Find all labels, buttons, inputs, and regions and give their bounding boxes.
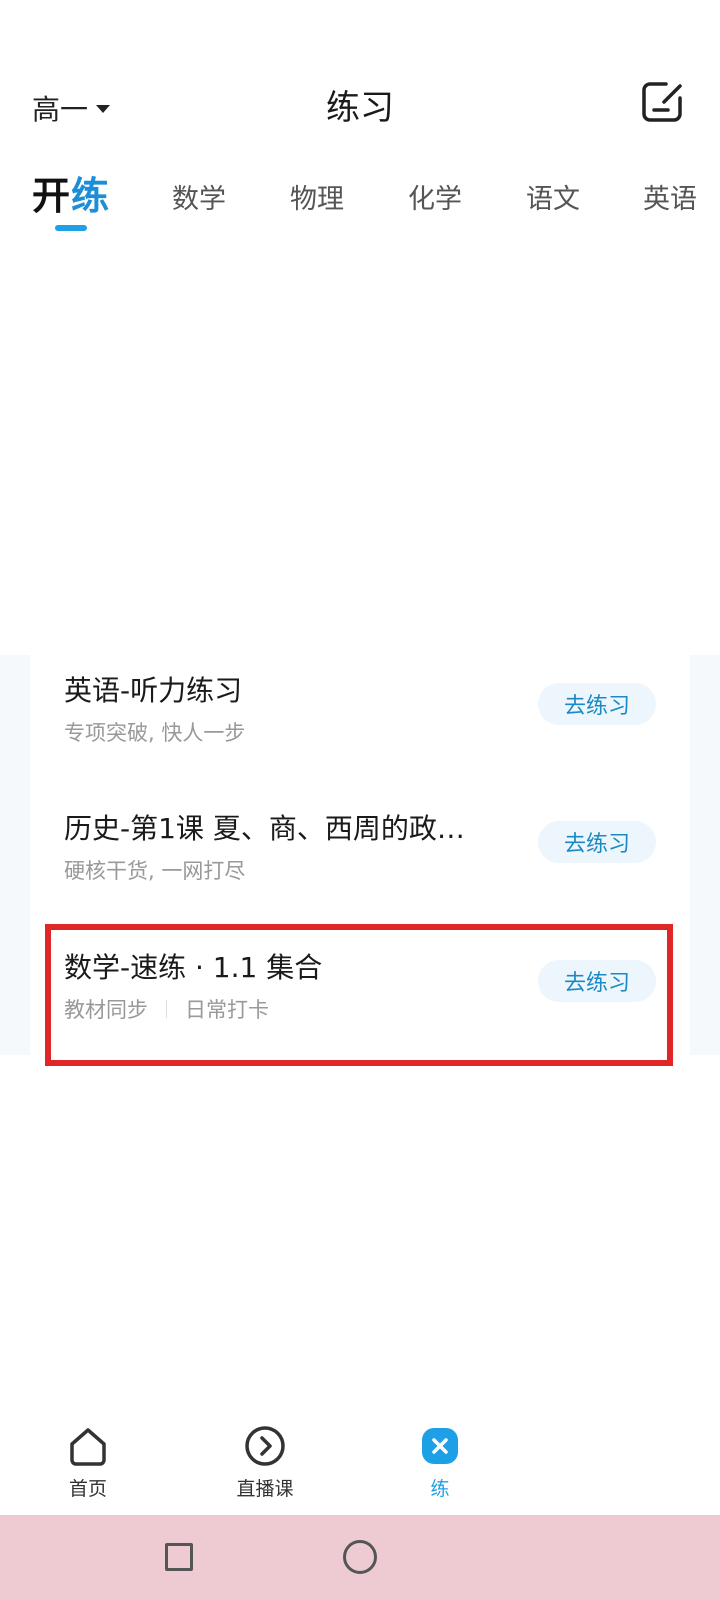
home-button-icon[interactable] bbox=[343, 1540, 377, 1574]
page-title: 练习 bbox=[326, 88, 394, 128]
system-nav-bar bbox=[0, 1515, 720, 1600]
go-practice-button[interactable]: 去练习 bbox=[538, 683, 656, 725]
highlight-box bbox=[45, 924, 673, 1066]
brand-left-text: 开 bbox=[32, 174, 72, 218]
practice-subtitle: 专项突破, 快人一步 bbox=[64, 717, 245, 747]
practice-icon bbox=[422, 1428, 458, 1464]
home-icon bbox=[70, 1428, 106, 1466]
practice-screen: 高一 练习 开练 数学 物理 化学 语文 英语 英语-听力练习 专项突破, 快人… bbox=[0, 0, 720, 1600]
tab-kailian[interactable]: 开练 bbox=[32, 165, 110, 220]
header: 高一 练习 bbox=[0, 70, 720, 140]
practice-title: 历史-第1课 夏、商、西周的政… bbox=[64, 812, 465, 845]
practice-tag: 硬核干货, 一网打尽 bbox=[64, 859, 246, 883]
tab-chemistry[interactable]: 化学 bbox=[408, 177, 462, 216]
active-tab-indicator bbox=[55, 225, 87, 231]
nav-practice[interactable]: 练 bbox=[390, 1424, 490, 1501]
nav-live[interactable]: 直播课 bbox=[215, 1424, 315, 1501]
tab-chinese[interactable]: 语文 bbox=[526, 177, 580, 216]
practice-tag: 专项突破, 快人一步 bbox=[64, 721, 246, 745]
nav-home[interactable]: 首页 bbox=[38, 1424, 138, 1501]
tab-english[interactable]: 英语 bbox=[643, 177, 697, 216]
edit-icon[interactable] bbox=[640, 80, 684, 124]
nav-practice-label: 练 bbox=[430, 1478, 450, 1500]
list-item[interactable]: 英语-听力练习 专项突破, 快人一步 去练习 bbox=[30, 655, 690, 785]
nav-home-label: 首页 bbox=[68, 1478, 107, 1500]
bottom-nav: 首页 直播课 练 bbox=[0, 1410, 720, 1520]
practice-title: 英语-听力练习 bbox=[64, 674, 243, 707]
list-item[interactable]: 历史-第1课 夏、商、西周的政… 硬核干货, 一网打尽 去练习 bbox=[30, 793, 690, 923]
subject-tabs: 开练 数学 物理 化学 语文 英语 bbox=[0, 165, 720, 235]
nav-live-label: 直播课 bbox=[236, 1478, 294, 1500]
brand-right-text: 练 bbox=[71, 174, 111, 218]
tab-physics[interactable]: 物理 bbox=[290, 177, 344, 216]
go-practice-button[interactable]: 去练习 bbox=[538, 821, 656, 863]
tab-math[interactable]: 数学 bbox=[172, 177, 226, 216]
play-circle-icon bbox=[245, 1426, 285, 1466]
recent-apps-icon[interactable] bbox=[165, 1543, 193, 1571]
practice-subtitle: 硬核干货, 一网打尽 bbox=[64, 855, 245, 885]
